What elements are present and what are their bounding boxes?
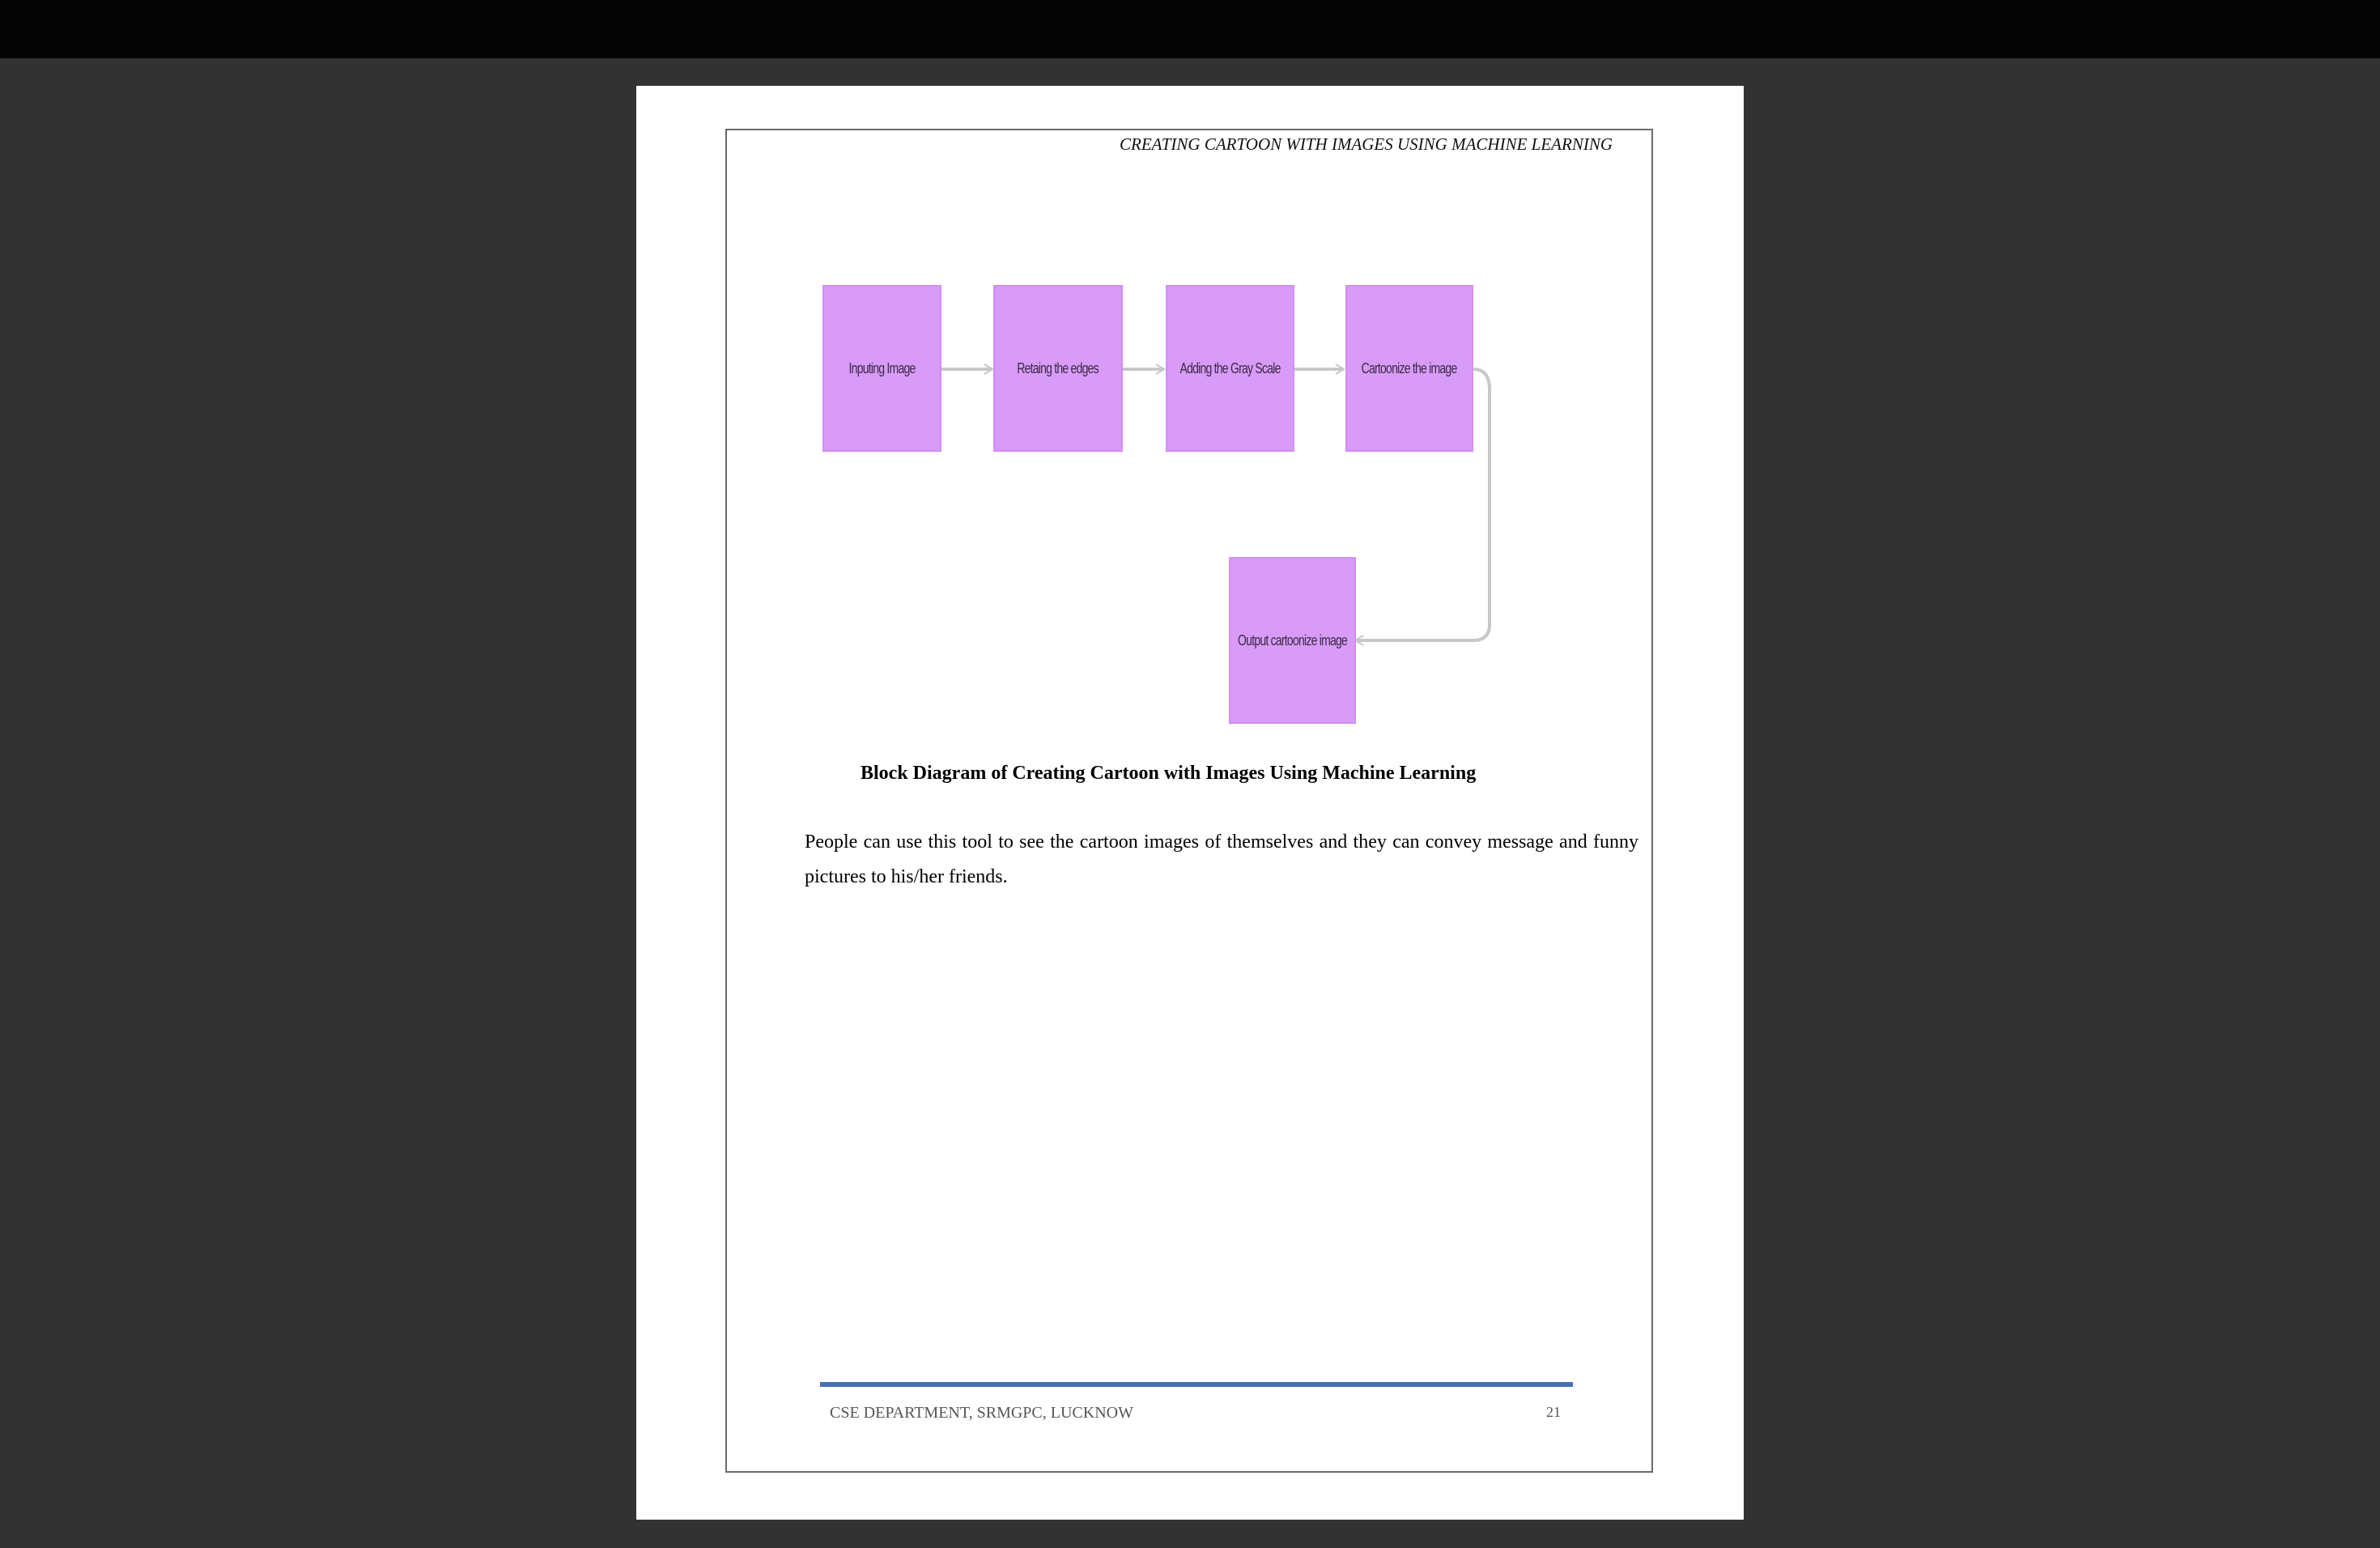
- node-label: Inputing Image: [848, 359, 916, 376]
- node-label: Retaing the edges: [1017, 359, 1099, 376]
- figure-caption: Block Diagram of Creating Cartoon with I…: [861, 763, 1477, 784]
- footer-rule: [820, 1382, 1573, 1387]
- node-output-cartoonize-image: Output cartoonize image: [1229, 557, 1356, 724]
- footer-page-number: 21: [1546, 1404, 1561, 1420]
- node-cartoonize-image: Cartoonize the image: [1345, 285, 1473, 452]
- node-label: Output cartoonize image: [1237, 632, 1348, 649]
- node-retaing-the-edges: Retaing the edges: [993, 285, 1123, 452]
- node-label: Adding the Gray Scale: [1179, 359, 1281, 376]
- node-inputing-image: Inputing Image: [822, 285, 941, 452]
- node-label: Cartoonize the image: [1362, 359, 1458, 376]
- running-header: CREATING CARTOON WITH IMAGES USING MACHI…: [1120, 134, 1613, 154]
- viewer-top-bar: [0, 0, 2380, 58]
- document-page: CREATING CARTOON WITH IMAGES USING MACHI…: [636, 86, 1744, 1520]
- body-paragraph: People can use this tool to see the cart…: [805, 831, 1638, 887]
- node-adding-gray-scale: Adding the Gray Scale: [1166, 285, 1294, 452]
- footer-department: CSE DEPARTMENT, SRMGPC, LUCKNOW: [830, 1404, 1133, 1422]
